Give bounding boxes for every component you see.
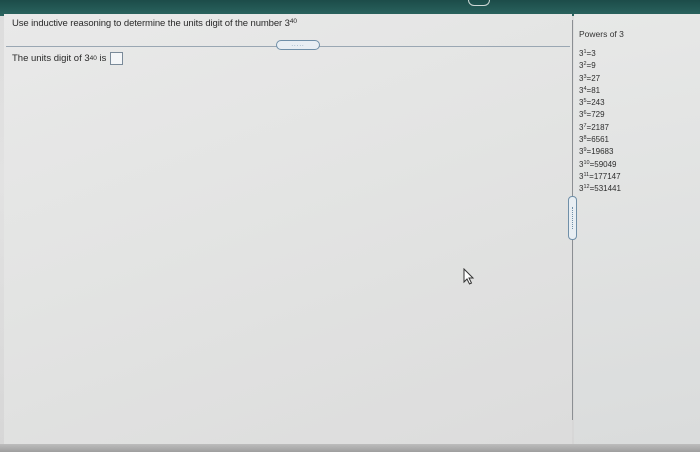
power-value: =9 <box>586 61 596 71</box>
power-item: 33=27 <box>579 72 621 84</box>
screen: Use inductive reasoning to determine the… <box>0 0 700 452</box>
scroll-thumb-icon[interactable] <box>568 196 577 240</box>
power-item: 310=59049 <box>579 158 621 170</box>
answer-prefix: The units digit of 3 <box>12 53 90 64</box>
power-value: =19683 <box>586 147 614 157</box>
power-item: 37=2187 <box>579 121 621 133</box>
answer-suffix: is <box>96 53 107 64</box>
power-item: 36=729 <box>579 108 621 120</box>
units-digit-input[interactable] <box>110 52 124 65</box>
powers-list: 31=3 32=9 33=27 34=81 35=243 36=729 37=2187 38=… <box>579 47 621 195</box>
power-value: =6561 <box>586 135 609 145</box>
power-item: 38=6561 <box>579 133 621 145</box>
power-value: =2187 <box>586 122 609 132</box>
power-item: 311=177147 <box>579 170 621 182</box>
power-item: 312=531441 <box>579 182 621 194</box>
question-exponent: 40 <box>289 18 297 25</box>
bottom-edge <box>0 444 700 452</box>
power-value: =59049 <box>589 159 617 169</box>
question-label: Use inductive reasoning to determine the… <box>12 18 290 29</box>
top-notch <box>468 0 490 6</box>
power-value: =243 <box>586 98 605 108</box>
answer-row: The units digit of 3 40 is <box>12 52 124 65</box>
mouse-pointer-icon <box>463 268 475 285</box>
power-value: =81 <box>586 85 601 95</box>
power-value: =27 <box>586 73 601 83</box>
question-text: Use inductive reasoning to determine the… <box>12 18 297 29</box>
power-item: 32=9 <box>579 59 621 71</box>
power-value: =177147 <box>589 171 621 181</box>
power-item: 34=81 <box>579 84 621 96</box>
question-panel <box>4 14 572 444</box>
power-item: 39=19683 <box>579 145 621 157</box>
power-value: =729 <box>586 110 605 120</box>
power-value: =531441 <box>589 184 621 194</box>
power-value: =3 <box>586 49 596 58</box>
collapse-handle[interactable]: ..... <box>276 40 320 50</box>
powers-title: Powers of 3 <box>579 29 624 39</box>
answer-exponent: 40 <box>89 55 97 62</box>
power-item: 31=3 <box>579 47 621 59</box>
power-item: 35=243 <box>579 96 621 108</box>
grip-icon <box>572 207 573 229</box>
